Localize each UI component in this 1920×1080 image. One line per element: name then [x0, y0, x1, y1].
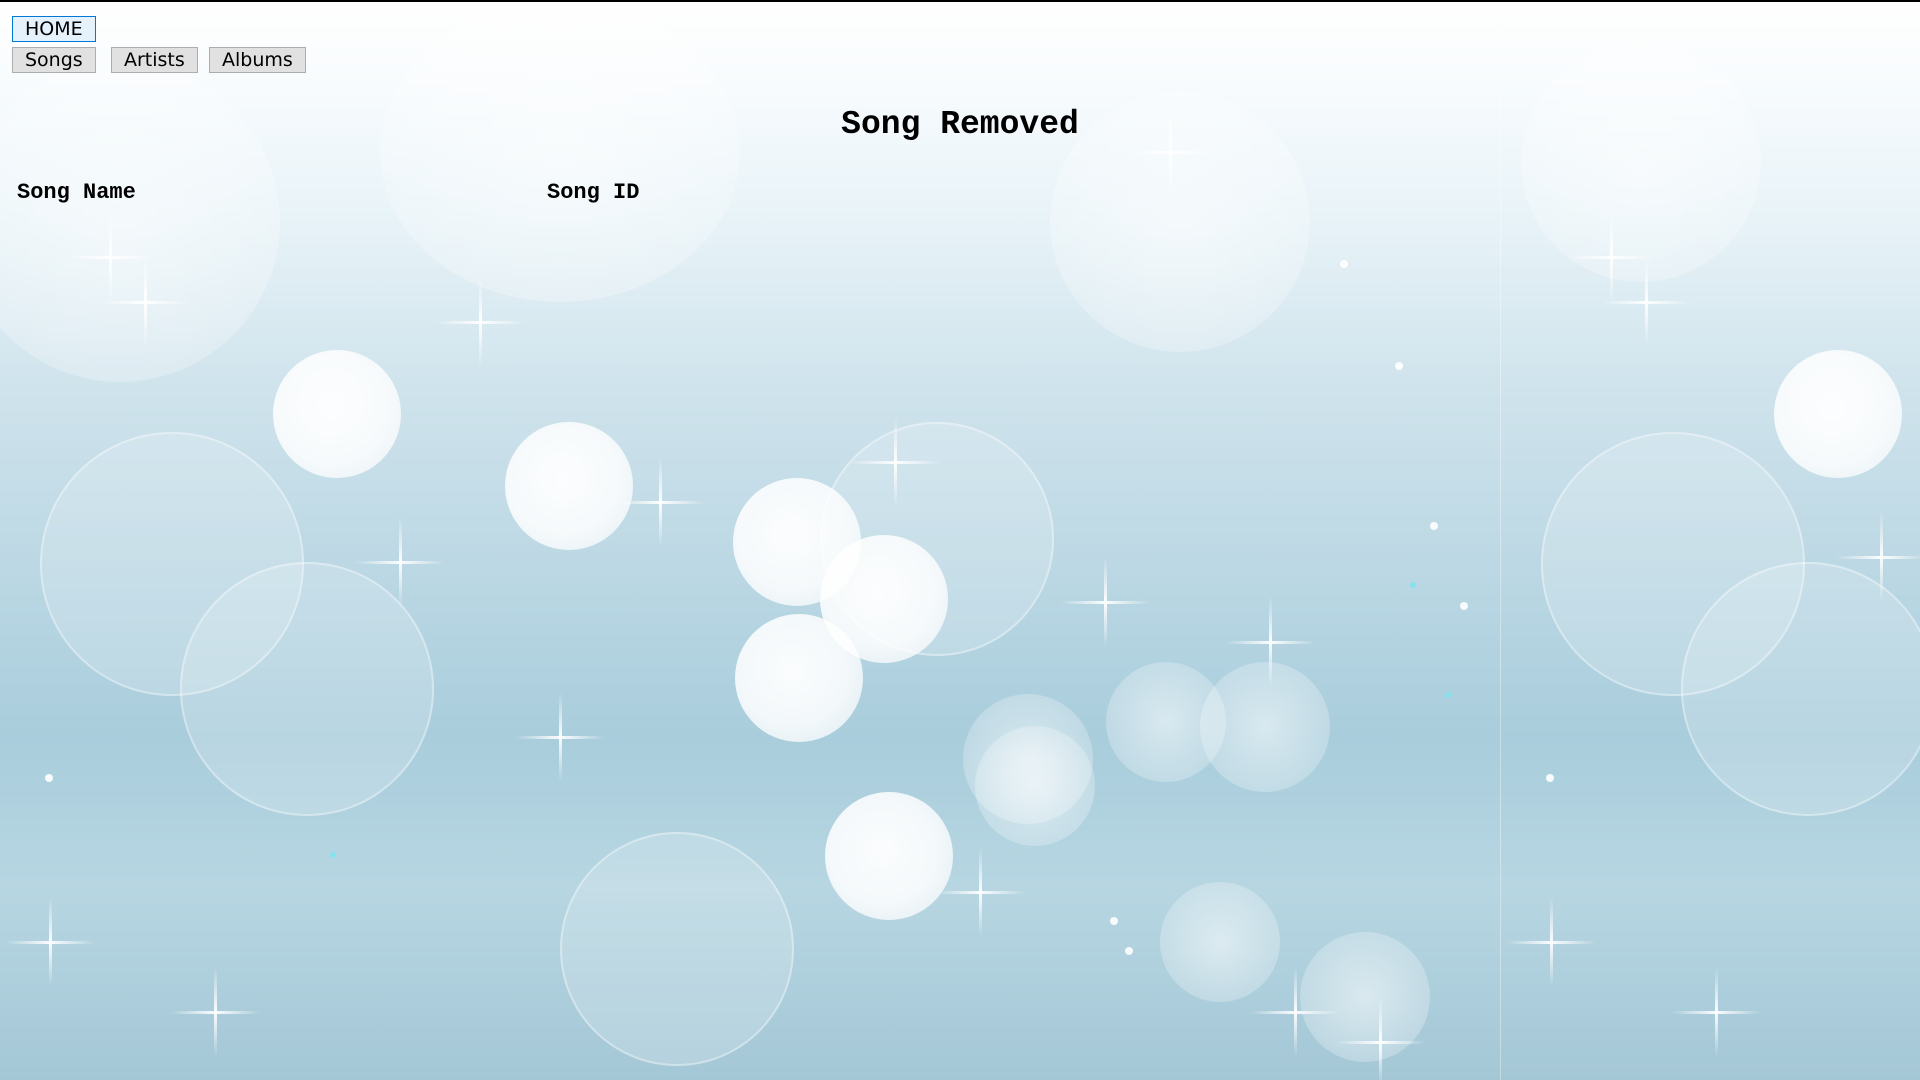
- sparkle-dot: [1430, 522, 1438, 530]
- bokeh-decoration: [505, 422, 633, 550]
- page-title: Song Removed: [841, 106, 1079, 143]
- bokeh-decoration: [975, 726, 1095, 846]
- background-image: [0, 2, 1500, 1080]
- albums-button[interactable]: Albums: [209, 47, 306, 73]
- sparkle-dot: [1445, 692, 1451, 698]
- sparkle-dot: [1110, 917, 1118, 925]
- sparkle-dot: [1395, 362, 1403, 370]
- bokeh-decoration: [273, 350, 401, 478]
- sparkle-dot: [45, 774, 53, 782]
- column-header-song-name: Song Name: [17, 180, 136, 205]
- bokeh-decoration: [1521, 42, 1761, 282]
- sparkle-dot: [1460, 602, 1468, 610]
- column-header-song-id: Song ID: [547, 180, 640, 205]
- background-image-tile: [1500, 2, 1920, 1080]
- bokeh-decoration: [735, 614, 863, 742]
- bokeh-decoration: [1774, 350, 1902, 478]
- sparkle-dot: [1546, 774, 1554, 782]
- artists-button[interactable]: Artists: [111, 47, 198, 73]
- bokeh-decoration: [180, 562, 434, 816]
- sparkle-dot: [330, 852, 336, 858]
- bokeh-decoration: [1681, 562, 1920, 816]
- sparkle-dot: [1340, 260, 1348, 268]
- songs-button[interactable]: Songs: [12, 47, 96, 73]
- bokeh-decoration: [380, 2, 740, 302]
- bokeh-decoration: [825, 792, 953, 920]
- bokeh-decoration: [1200, 662, 1330, 792]
- bokeh-decoration: [560, 832, 794, 1066]
- sparkle-dot: [1125, 947, 1133, 955]
- sparkle-dot: [1410, 582, 1416, 588]
- bokeh-decoration: [1160, 882, 1280, 1002]
- home-button[interactable]: HOME: [12, 16, 96, 42]
